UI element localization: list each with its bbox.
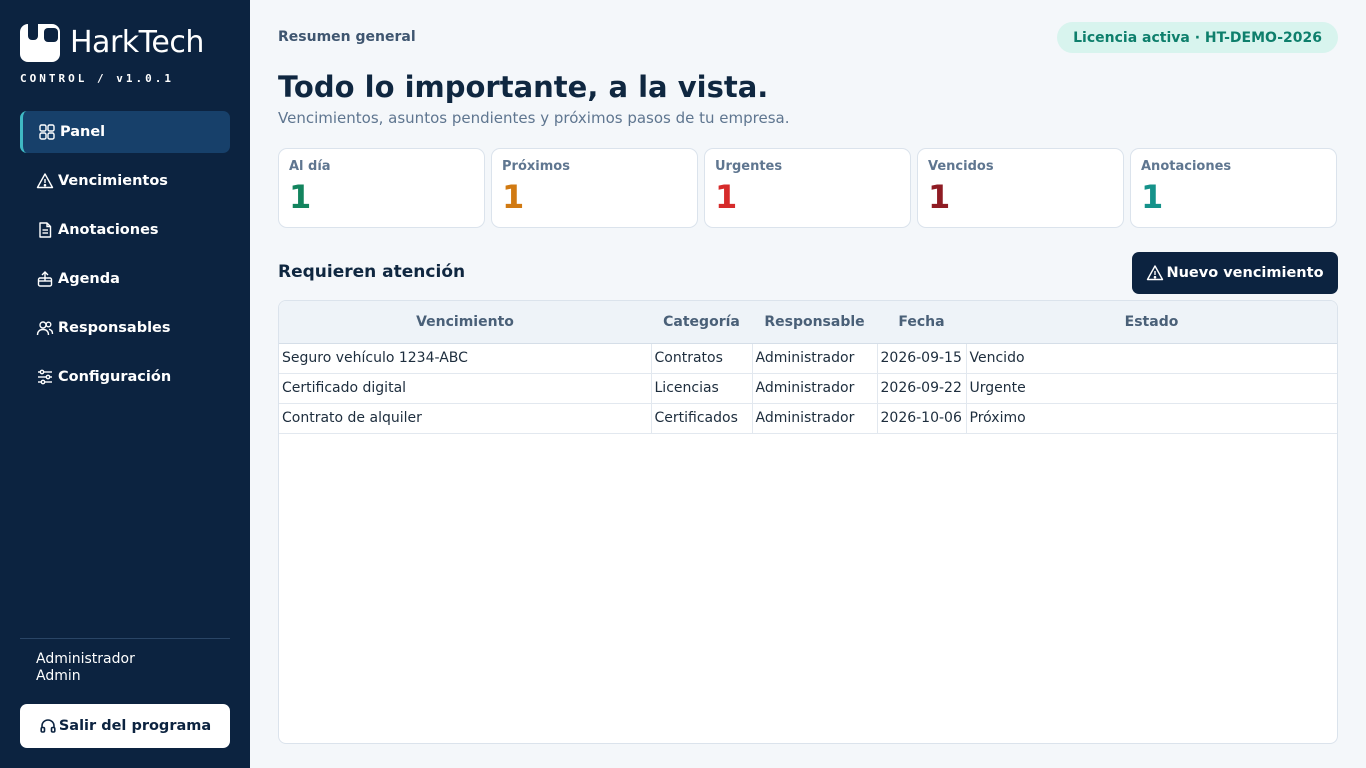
license-badge: Licencia activa · HT-DEMO-2026 [1057,22,1338,53]
cell-responsable: Administrador [752,403,878,434]
new-vencimiento-button[interactable]: Nuevo vencimiento [1132,252,1338,294]
column-header-categoria[interactable]: Categoría [651,301,752,344]
stat-value: 1 [289,178,312,216]
column-header-responsable[interactable]: Responsable [752,301,877,344]
warning-icon [36,172,54,190]
exit-program-button[interactable]: Salir del programa [20,704,230,748]
stat-label: Al día [289,159,331,174]
upload-icon [36,270,54,288]
table-row[interactable]: Contrato de alquiler Certificados Admini… [279,403,1337,434]
sidebar-item-responsables[interactable]: Responsables [20,307,230,349]
sidebar-item-label: Agenda [58,271,120,287]
cell-categoria: Licencias [651,373,753,404]
sidebar-item-label: Configuración [58,369,172,385]
breadcrumb: Resumen general [278,29,416,45]
stat-value: 1 [502,178,525,216]
sidebar-item-anotaciones[interactable]: Anotaciones [20,209,230,251]
stat-label: Próximos [502,159,570,174]
warning-icon [1147,265,1164,281]
document-icon [36,221,54,239]
sidebar-item-configuracion[interactable]: Configuración [20,356,230,398]
column-header-vencimiento[interactable]: Vencimiento [279,301,651,344]
sidebar-item-agenda[interactable]: Agenda [20,258,230,300]
cell-estado: Próximo [966,403,1337,434]
stat-card-urgentes[interactable]: Urgentes 1 [704,148,911,228]
cell-estado: Urgente [966,373,1337,404]
cell-vencimiento: Certificado digital [279,373,652,404]
cell-fecha: 2026-09-22 [877,373,967,404]
cell-responsable: Administrador [752,343,878,374]
cell-vencimiento: Contrato de alquiler [279,403,652,434]
cell-fecha: 2026-09-15 [877,343,967,374]
attention-table: Vencimiento Categoría Responsable Fecha … [278,300,1338,744]
sidebar-item-label: Vencimientos [58,173,168,189]
sidebar-item-panel[interactable]: Panel [20,111,230,153]
sidebar-item-label: Panel [60,124,106,140]
new-vencimiento-label: Nuevo vencimiento [1166,265,1324,281]
sidebar-item-label: Anotaciones [58,222,159,238]
page-subtitle: Vencimientos, asuntos pendientes y próxi… [278,109,790,127]
brand: HarkTech [20,22,204,62]
brand-version: CONTROL / v1.0.1 [20,72,174,85]
sidebar: HarkTech CONTROL / v1.0.1 Panel Vencimie… [0,0,250,768]
cell-responsable: Administrador [752,373,878,404]
cell-estado: Vencido [966,343,1337,374]
user-name: Administrador [36,651,135,667]
main-content: Resumen general Licencia activa · HT-DEM… [250,0,1366,768]
exit-program-label: Salir del programa [58,718,212,734]
table-row[interactable]: Seguro vehículo 1234-ABC Contratos Admin… [279,343,1337,374]
stat-card-proximos[interactable]: Próximos 1 [491,148,698,228]
brand-name: HarkTech [70,24,204,60]
cell-vencimiento: Seguro vehículo 1234-ABC [279,343,652,374]
page-title: Todo lo importante, a la vista. [278,70,769,104]
table-header-row: Vencimiento Categoría Responsable Fecha … [279,301,1337,344]
stat-value: 1 [928,178,951,216]
stat-label: Urgentes [715,159,783,174]
section-title: Requieren atención [278,262,466,282]
sidebar-nav: Panel Vencimientos Anotaciones Agenda Re… [20,111,230,405]
cell-fecha: 2026-10-06 [877,403,967,434]
column-header-estado[interactable]: Estado [966,301,1337,344]
table-row[interactable]: Certificado digital Licencias Administra… [279,373,1337,404]
column-header-fecha[interactable]: Fecha [877,301,966,344]
sidebar-item-label: Responsables [58,320,171,336]
stat-value: 1 [1141,178,1164,216]
sliders-icon [36,368,54,386]
stat-label: Anotaciones [1141,159,1232,174]
stat-value: 1 [715,178,738,216]
cell-categoria: Certificados [651,403,753,434]
users-icon [36,319,54,337]
sidebar-divider [20,638,230,639]
stat-card-vencidos[interactable]: Vencidos 1 [917,148,1124,228]
stats-row: Al día 1 Próximos 1 Urgentes 1 Vencidos … [278,148,1337,228]
user-role: Admin [36,668,81,684]
sidebar-item-vencimientos[interactable]: Vencimientos [20,160,230,202]
stat-card-anotaciones[interactable]: Anotaciones 1 [1130,148,1337,228]
headset-icon [40,719,56,733]
stat-label: Vencidos [928,159,994,174]
harktech-logo-icon [20,22,60,62]
stat-card-al-dia[interactable]: Al día 1 [278,148,485,228]
cell-categoria: Contratos [651,343,753,374]
grid-icon [38,123,56,141]
